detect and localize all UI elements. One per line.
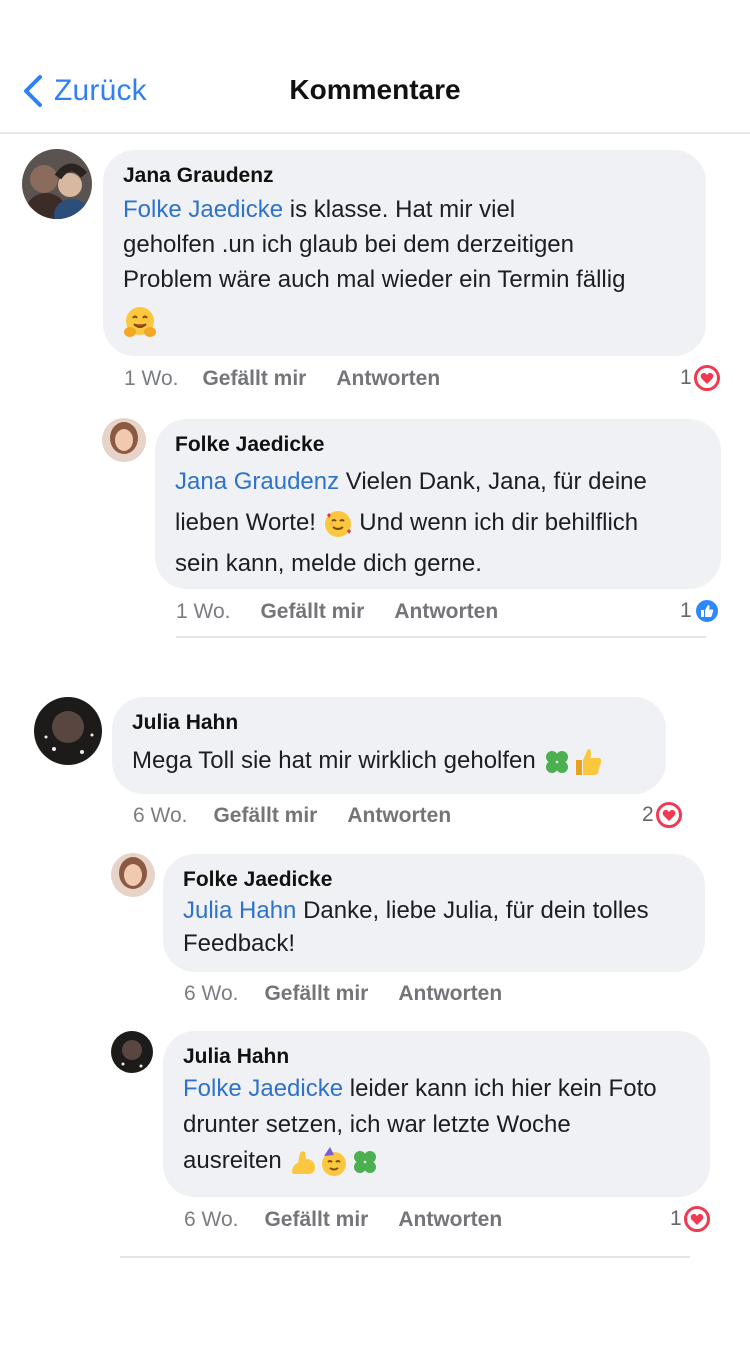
comment-actions: 6 Wo. Gefällt mir Antworten: [184, 982, 502, 1006]
divider: [176, 636, 706, 638]
comment-bubble[interactable]: Julia Hahn Folke Jaedicke leider kann ic…: [163, 1031, 710, 1197]
comment-timestamp: 6 Wo.: [133, 804, 188, 827]
page-title: Kommentare: [289, 74, 461, 105]
comment-bubble[interactable]: Folke Jaedicke Julia Hahn Danke, liebe J…: [163, 854, 705, 972]
comment-actions: 6 Wo. Gefällt mir Antworten: [184, 1208, 502, 1232]
comment-author[interactable]: Julia Hahn: [183, 1045, 690, 1069]
hugging-face-emoji-icon: [124, 307, 156, 337]
reaction-summary[interactable]: 1: [680, 365, 720, 391]
comment-actions: 1 Wo. Gefällt mir Antworten: [176, 600, 498, 624]
reply-button[interactable]: Antworten: [336, 367, 440, 391]
mention-link[interactable]: Folke Jaedicke: [123, 196, 283, 223]
reply-button[interactable]: Antworten: [394, 600, 498, 624]
comment-bubble[interactable]: Julia Hahn Mega Toll sie hat mir wirklic…: [112, 697, 666, 794]
avatar[interactable]: [102, 418, 146, 462]
reaction-summary[interactable]: 1: [670, 1206, 710, 1232]
reaction-count: 1: [670, 1207, 682, 1230]
mention-link[interactable]: Folke Jaedicke: [183, 1075, 343, 1102]
partying-face-emoji-icon: [322, 1146, 347, 1176]
love-reaction-icon: [655, 802, 682, 828]
comment-author[interactable]: Julia Hahn: [132, 711, 646, 735]
comment-author[interactable]: Folke Jaedicke: [183, 868, 685, 892]
avatar[interactable]: [111, 853, 155, 897]
comment-bubble[interactable]: Jana Graudenz Folke Jaedicke is klasse. …: [103, 150, 706, 356]
reply-button[interactable]: Antworten: [347, 804, 451, 828]
reaction-summary[interactable]: 1: [680, 598, 720, 624]
flexed-biceps-emoji-icon: [292, 1150, 316, 1174]
reaction-count: 2: [642, 803, 654, 826]
like-button[interactable]: Gefällt mir: [264, 1208, 368, 1232]
comment-timestamp: 1 Wo.: [124, 367, 179, 390]
comment-actions: 1 Wo. Gefällt mir Antworten: [124, 367, 440, 391]
comment-text: Folke Jaedicke is klasse. Hat mir viel g…: [123, 196, 626, 293]
reaction-summary[interactable]: 2: [642, 802, 682, 828]
navigation-bar: Zurück Kommentare: [0, 0, 750, 134]
comment-author[interactable]: Folke Jaedicke: [175, 433, 701, 457]
reply-button[interactable]: Antworten: [398, 1208, 502, 1232]
divider: [120, 1256, 690, 1258]
four-leaf-clover-emoji-icon: [546, 750, 569, 773]
comment-timestamp: 6 Wo.: [184, 982, 239, 1005]
mention-link[interactable]: Julia Hahn: [183, 897, 296, 924]
avatar[interactable]: [34, 697, 102, 765]
avatar[interactable]: [111, 1031, 153, 1073]
comment-text: Folke Jaedicke leider kann ich hier kein…: [183, 1071, 690, 1179]
love-reaction-icon: [683, 1206, 710, 1232]
comment-text: Jana Graudenz Vielen Dank, Jana, für dei…: [175, 468, 647, 577]
comment-text: Mega Toll sie hat mir wirklich geholfen: [132, 743, 646, 778]
comment-actions: 6 Wo. Gefällt mir Antworten: [133, 804, 451, 828]
like-button[interactable]: Gefällt mir: [202, 367, 306, 391]
like-button[interactable]: Gefällt mir: [260, 600, 364, 624]
love-reaction-icon: [693, 365, 720, 391]
like-button[interactable]: Gefällt mir: [264, 982, 368, 1006]
four-leaf-clover-emoji-icon: [354, 1150, 377, 1173]
comment-author[interactable]: Jana Graudenz: [123, 164, 686, 188]
like-button[interactable]: Gefällt mir: [213, 804, 317, 828]
comment-bubble[interactable]: Folke Jaedicke Jana Graudenz Vielen Dank…: [155, 419, 721, 589]
comment-timestamp: 1 Wo.: [176, 600, 231, 623]
smiling-face-with-hearts-emoji-icon: [324, 510, 351, 537]
reaction-count: 1: [680, 366, 692, 389]
comment-timestamp: 6 Wo.: [184, 1208, 239, 1231]
comment-text: Julia Hahn Danke, liebe Julia, für dein …: [183, 897, 649, 957]
like-reaction-icon: [693, 598, 720, 624]
reply-button[interactable]: Antworten: [398, 982, 502, 1006]
thumbs-up-emoji-icon: [576, 748, 602, 775]
mention-link[interactable]: Jana Graudenz: [175, 468, 339, 495]
avatar[interactable]: [22, 149, 92, 219]
reaction-count: 1: [680, 599, 692, 622]
